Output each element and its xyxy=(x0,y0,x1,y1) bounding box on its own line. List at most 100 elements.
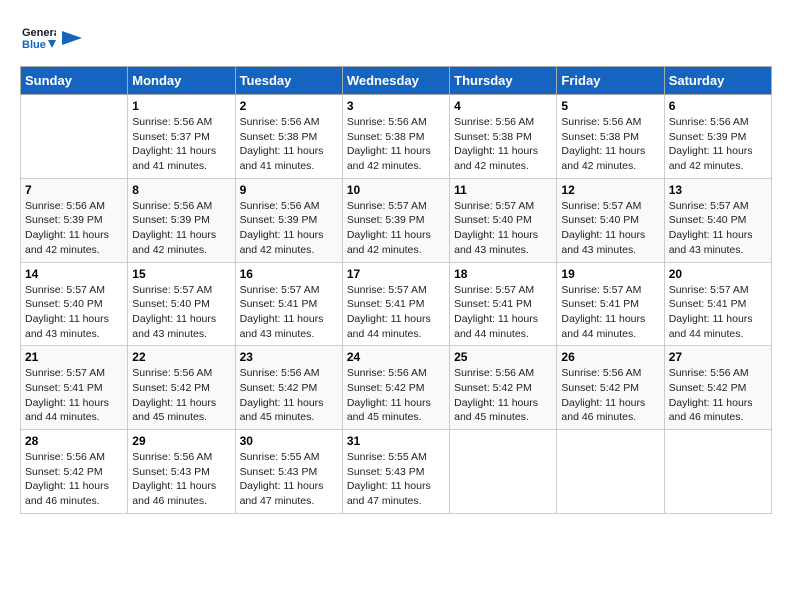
day-number: 10 xyxy=(347,183,445,197)
calendar-cell: 7 Sunrise: 5:56 AMSunset: 5:39 PMDaylight… xyxy=(21,178,128,262)
svg-text:Blue: Blue xyxy=(22,39,46,51)
day-info: Sunrise: 5:56 AMSunset: 5:42 PMDaylight:… xyxy=(669,366,767,425)
day-info: Sunrise: 5:56 AMSunset: 5:38 PMDaylight:… xyxy=(347,115,445,174)
calendar-cell: 2 Sunrise: 5:56 AMSunset: 5:38 PMDaylight… xyxy=(235,95,342,179)
week-row-4: 21 Sunrise: 5:57 AMSunset: 5:41 PMDayligh… xyxy=(21,346,772,430)
calendar-cell: 22 Sunrise: 5:56 AMSunset: 5:42 PMDayligh… xyxy=(128,346,235,430)
week-row-5: 28 Sunrise: 5:56 AMSunset: 5:42 PMDayligh… xyxy=(21,430,772,514)
calendar-cell: 6 Sunrise: 5:56 AMSunset: 5:39 PMDaylight… xyxy=(664,95,771,179)
day-number: 7 xyxy=(25,183,123,197)
calendar-cell: 15 Sunrise: 5:57 AMSunset: 5:40 PMDayligh… xyxy=(128,262,235,346)
calendar-cell: 8 Sunrise: 5:56 AMSunset: 5:39 PMDaylight… xyxy=(128,178,235,262)
day-info: Sunrise: 5:56 AMSunset: 5:39 PMDaylight:… xyxy=(132,199,230,258)
calendar-cell: 10 Sunrise: 5:57 AMSunset: 5:39 PMDayligh… xyxy=(342,178,449,262)
day-info: Sunrise: 5:57 AMSunset: 5:41 PMDaylight:… xyxy=(454,283,552,342)
day-info: Sunrise: 5:56 AMSunset: 5:38 PMDaylight:… xyxy=(240,115,338,174)
day-info: Sunrise: 5:56 AMSunset: 5:38 PMDaylight:… xyxy=(454,115,552,174)
day-number: 17 xyxy=(347,267,445,281)
day-info: Sunrise: 5:56 AMSunset: 5:42 PMDaylight:… xyxy=(132,366,230,425)
calendar-cell xyxy=(21,95,128,179)
calendar-cell: 31 Sunrise: 5:55 AMSunset: 5:43 PMDayligh… xyxy=(342,430,449,514)
day-info: Sunrise: 5:56 AMSunset: 5:42 PMDaylight:… xyxy=(25,450,123,509)
day-info: Sunrise: 5:56 AMSunset: 5:39 PMDaylight:… xyxy=(669,115,767,174)
weekday-header-friday: Friday xyxy=(557,67,664,95)
day-number: 16 xyxy=(240,267,338,281)
day-info: Sunrise: 5:56 AMSunset: 5:37 PMDaylight:… xyxy=(132,115,230,174)
calendar-cell: 24Sunrise: 5:56 AMSunset: 5:42 PMDayligh… xyxy=(342,346,449,430)
day-info: Sunrise: 5:56 AMSunset: 5:42 PMDaylight:… xyxy=(561,366,659,425)
day-info: Sunrise: 5:55 AMSunset: 5:43 PMDaylight:… xyxy=(240,450,338,509)
day-number: 31 xyxy=(347,434,445,448)
calendar-cell: 18 Sunrise: 5:57 AMSunset: 5:41 PMDayligh… xyxy=(450,262,557,346)
day-info: Sunrise: 5:57 AMSunset: 5:41 PMDaylight:… xyxy=(25,366,123,425)
day-info: Sunrise: 5:57 AMSunset: 5:41 PMDaylight:… xyxy=(240,283,338,342)
day-info: Sunrise: 5:57 AMSunset: 5:40 PMDaylight:… xyxy=(132,283,230,342)
calendar-cell: 25Sunrise: 5:56 AMSunset: 5:42 PMDayligh… xyxy=(450,346,557,430)
day-info: Sunrise: 5:56 AMSunset: 5:39 PMDaylight:… xyxy=(240,199,338,258)
day-info: Sunrise: 5:56 AMSunset: 5:39 PMDaylight:… xyxy=(25,199,123,258)
day-number: 1 xyxy=(132,99,230,113)
calendar-cell: 3 Sunrise: 5:56 AMSunset: 5:38 PMDaylight… xyxy=(342,95,449,179)
day-info: Sunrise: 5:57 AMSunset: 5:41 PMDaylight:… xyxy=(561,283,659,342)
calendar-cell: 11Sunrise: 5:57 AMSunset: 5:40 PMDayligh… xyxy=(450,178,557,262)
day-number: 27 xyxy=(669,350,767,364)
day-number: 2 xyxy=(240,99,338,113)
calendar-cell: 5 Sunrise: 5:56 AMSunset: 5:38 PMDaylight… xyxy=(557,95,664,179)
calendar-table: SundayMondayTuesdayWednesdayThursdayFrid… xyxy=(20,66,772,514)
day-number: 6 xyxy=(669,99,767,113)
day-number: 30 xyxy=(240,434,338,448)
logo-icon: General Blue xyxy=(20,20,56,56)
weekday-header-tuesday: Tuesday xyxy=(235,67,342,95)
day-number: 4 xyxy=(454,99,552,113)
weekday-header-wednesday: Wednesday xyxy=(342,67,449,95)
day-number: 12 xyxy=(561,183,659,197)
week-row-1: 1 Sunrise: 5:56 AMSunset: 5:37 PMDaylight… xyxy=(21,95,772,179)
calendar-cell xyxy=(450,430,557,514)
day-number: 19 xyxy=(561,267,659,281)
calendar-cell: 26 Sunrise: 5:56 AMSunset: 5:42 PMDayligh… xyxy=(557,346,664,430)
day-info: Sunrise: 5:57 AMSunset: 5:40 PMDaylight:… xyxy=(25,283,123,342)
day-info: Sunrise: 5:56 AMSunset: 5:42 PMDaylight:… xyxy=(240,366,338,425)
day-number: 23 xyxy=(240,350,338,364)
day-number: 29 xyxy=(132,434,230,448)
day-info: Sunrise: 5:57 AMSunset: 5:41 PMDaylight:… xyxy=(669,283,767,342)
calendar-cell: 27 Sunrise: 5:56 AMSunset: 5:42 PMDayligh… xyxy=(664,346,771,430)
calendar-cell: 20 Sunrise: 5:57 AMSunset: 5:41 PMDayligh… xyxy=(664,262,771,346)
day-number: 24 xyxy=(347,350,445,364)
week-row-3: 14Sunrise: 5:57 AMSunset: 5:40 PMDayligh… xyxy=(21,262,772,346)
day-info: Sunrise: 5:57 AMSunset: 5:40 PMDaylight:… xyxy=(669,199,767,258)
day-number: 3 xyxy=(347,99,445,113)
calendar-cell: 1 Sunrise: 5:56 AMSunset: 5:37 PMDaylight… xyxy=(128,95,235,179)
weekday-header-row: SundayMondayTuesdayWednesdayThursdayFrid… xyxy=(21,67,772,95)
day-number: 21 xyxy=(25,350,123,364)
day-info: Sunrise: 5:56 AMSunset: 5:38 PMDaylight:… xyxy=(561,115,659,174)
day-number: 22 xyxy=(132,350,230,364)
day-number: 28 xyxy=(25,434,123,448)
week-row-2: 7 Sunrise: 5:56 AMSunset: 5:39 PMDaylight… xyxy=(21,178,772,262)
day-number: 15 xyxy=(132,267,230,281)
calendar-cell: 29 Sunrise: 5:56 AMSunset: 5:43 PMDayligh… xyxy=(128,430,235,514)
day-info: Sunrise: 5:55 AMSunset: 5:43 PMDaylight:… xyxy=(347,450,445,509)
day-number: 25 xyxy=(454,350,552,364)
day-number: 8 xyxy=(132,183,230,197)
page-header: General Blue xyxy=(20,20,772,56)
calendar-cell: 13Sunrise: 5:57 AMSunset: 5:40 PMDayligh… xyxy=(664,178,771,262)
day-info: Sunrise: 5:57 AMSunset: 5:39 PMDaylight:… xyxy=(347,199,445,258)
calendar-cell: 16 Sunrise: 5:57 AMSunset: 5:41 PMDayligh… xyxy=(235,262,342,346)
calendar-cell: 23 Sunrise: 5:56 AMSunset: 5:42 PMDayligh… xyxy=(235,346,342,430)
day-number: 18 xyxy=(454,267,552,281)
day-number: 5 xyxy=(561,99,659,113)
calendar-cell: 30 Sunrise: 5:55 AMSunset: 5:43 PMDayligh… xyxy=(235,430,342,514)
calendar-cell: 21 Sunrise: 5:57 AMSunset: 5:41 PMDayligh… xyxy=(21,346,128,430)
calendar-cell xyxy=(664,430,771,514)
day-number: 9 xyxy=(240,183,338,197)
calendar-cell: 4 Sunrise: 5:56 AMSunset: 5:38 PMDaylight… xyxy=(450,95,557,179)
day-info: Sunrise: 5:56 AMSunset: 5:43 PMDaylight:… xyxy=(132,450,230,509)
day-number: 11 xyxy=(454,183,552,197)
calendar-cell: 12Sunrise: 5:57 AMSunset: 5:40 PMDayligh… xyxy=(557,178,664,262)
weekday-header-sunday: Sunday xyxy=(21,67,128,95)
day-number: 26 xyxy=(561,350,659,364)
day-info: Sunrise: 5:57 AMSunset: 5:41 PMDaylight:… xyxy=(347,283,445,342)
calendar-cell: 9 Sunrise: 5:56 AMSunset: 5:39 PMDaylight… xyxy=(235,178,342,262)
day-number: 20 xyxy=(669,267,767,281)
